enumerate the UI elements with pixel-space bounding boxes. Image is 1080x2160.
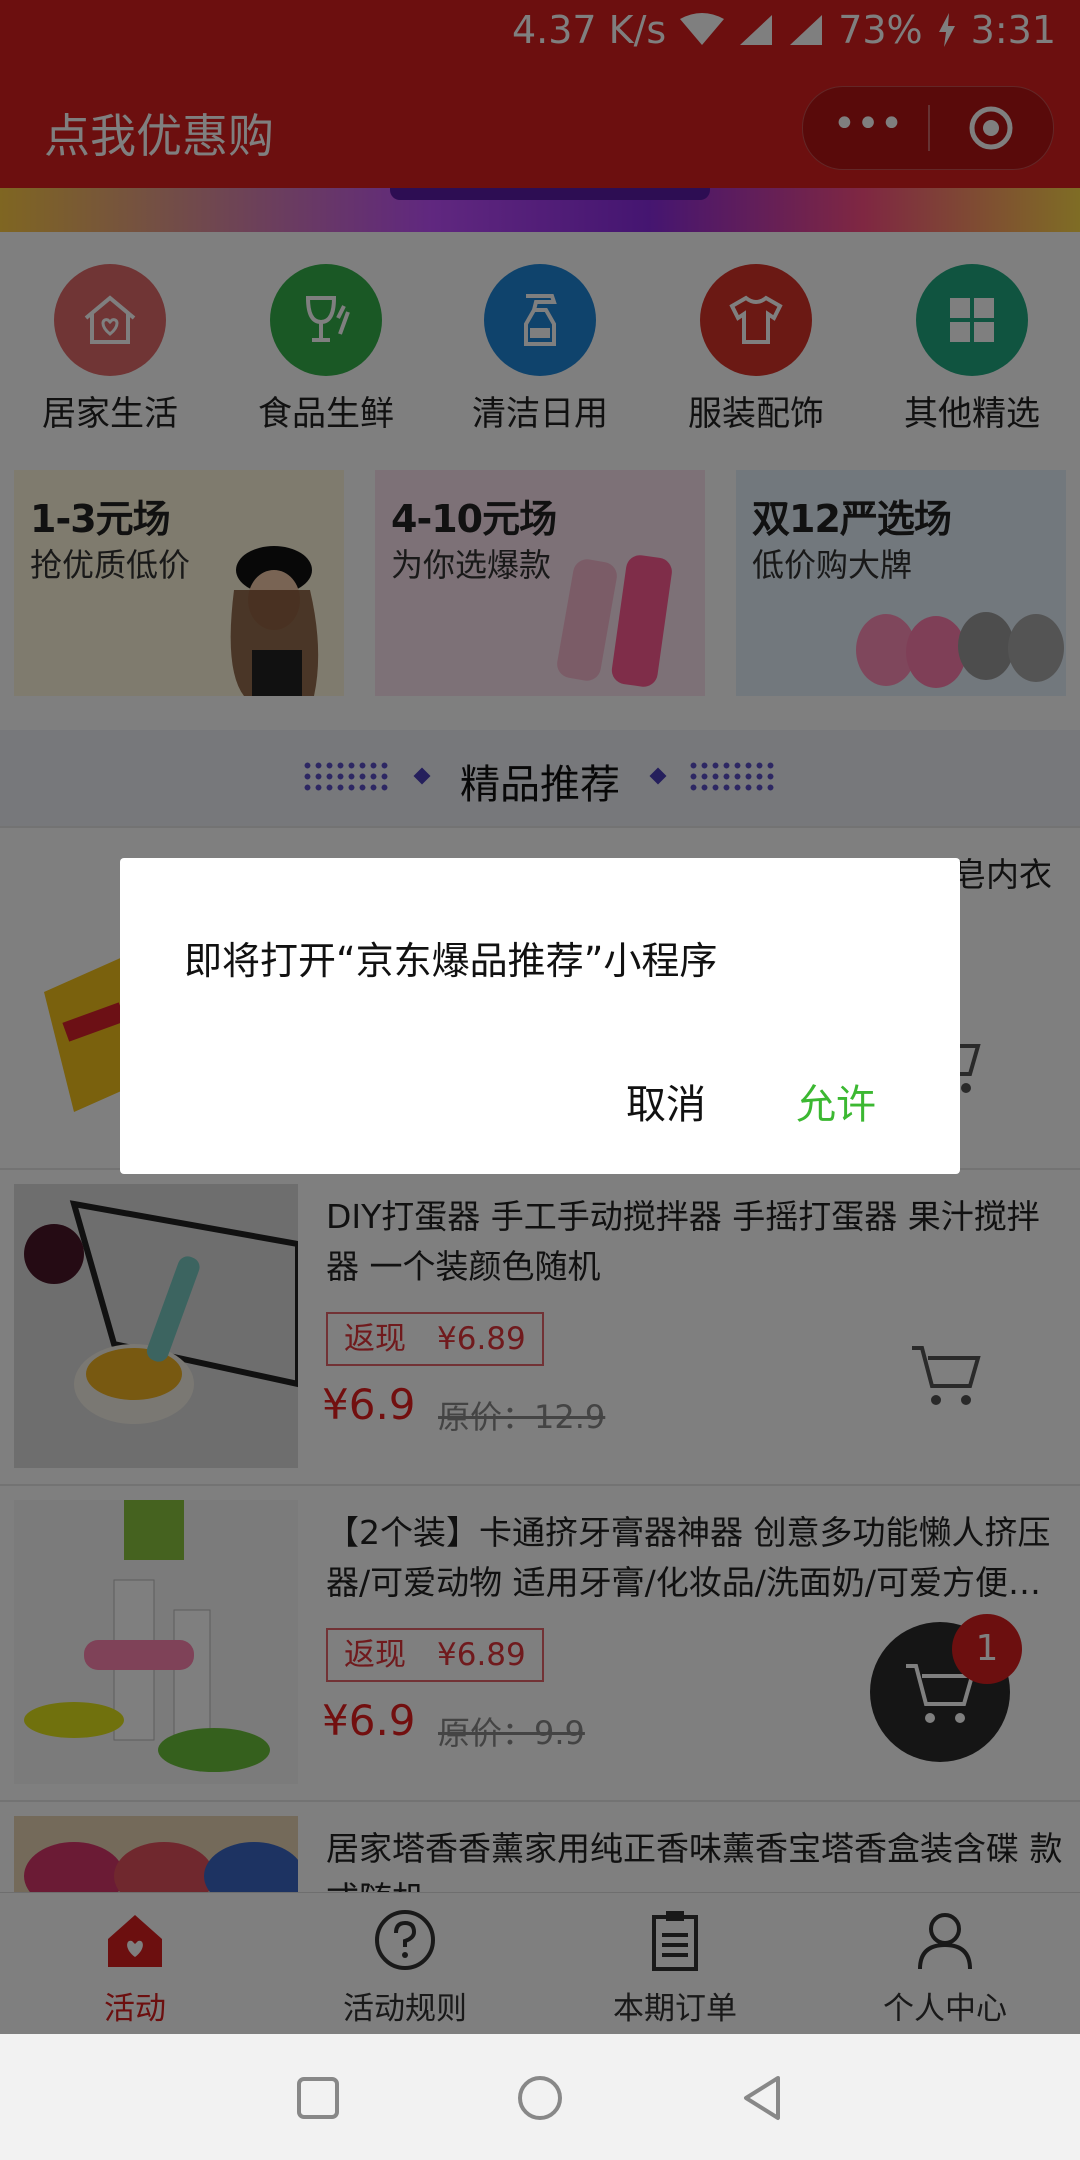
recent-apps-icon[interactable] (296, 2076, 340, 2120)
system-nav-bar (0, 2034, 1080, 2160)
dialog-message: 即将打开“京东爆品推荐”小程序 (184, 939, 718, 983)
open-mini-program-dialog: 即将打开“京东爆品推荐”小程序 取消 允许 (120, 858, 960, 1174)
back-triangle-icon[interactable] (740, 2074, 784, 2122)
cancel-button[interactable]: 取消 (626, 1072, 706, 1130)
home-circle-icon[interactable] (516, 2074, 564, 2122)
allow-button[interactable]: 允许 (796, 1072, 876, 1130)
